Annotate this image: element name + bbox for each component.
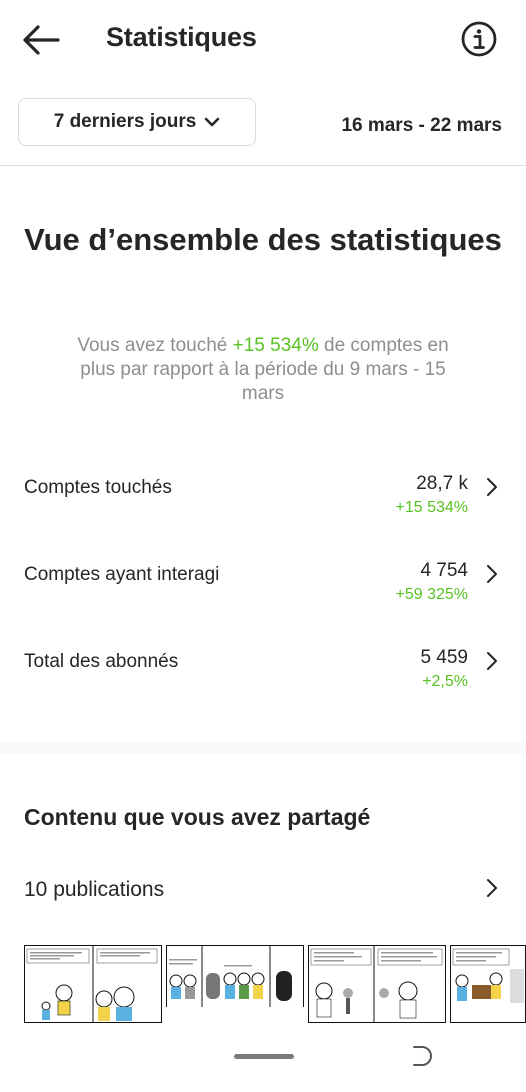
overview-title: Vue d’ensemble des statistiques — [24, 222, 502, 257]
publications-label: 10 publications — [24, 878, 165, 901]
period-dropdown[interactable]: 7 derniers jours — [18, 98, 256, 146]
divider — [0, 165, 526, 166]
stat-row-accounts-engaged[interactable]: Comptes ayant interagi 4 754 +59 325% — [0, 560, 526, 624]
period-label: 7 derniers jours — [53, 111, 197, 132]
content-section-title: Contenu que vous avez partagé — [24, 804, 371, 830]
publication-thumbnail[interactable] — [308, 945, 446, 1023]
stat-delta: +59 325% — [395, 586, 468, 603]
stat-label: Comptes ayant interagi — [24, 564, 220, 585]
stat-label: Comptes touchés — [24, 477, 172, 498]
section-separator — [0, 742, 526, 754]
publication-thumbnail[interactable] — [166, 945, 304, 1023]
system-back-icon[interactable] — [408, 1045, 432, 1067]
stat-row-total-followers[interactable]: Total des abonnés 5 459 +2,5% — [0, 647, 526, 711]
stat-value: 4 754 — [420, 560, 468, 581]
stat-delta: +15 534% — [395, 499, 468, 516]
publication-thumbnail[interactable] — [24, 945, 162, 1023]
top-bar: Statistiques — [0, 0, 526, 80]
chevron-right-icon — [487, 652, 497, 670]
stat-value: 5 459 — [420, 647, 468, 668]
publication-thumbnail[interactable] — [450, 945, 526, 1023]
info-icon[interactable] — [461, 21, 497, 57]
stat-row-accounts-reached[interactable]: Comptes touchés 28,7 k +15 534% — [0, 473, 526, 537]
publications-carousel — [24, 945, 526, 1023]
back-arrow-icon[interactable] — [22, 24, 60, 56]
chevron-right-icon — [487, 879, 497, 897]
overview-description: Vous avez touché +15 534% de comptes en … — [60, 334, 466, 406]
chevron-down-icon — [204, 117, 220, 127]
overview-desc-highlight: +15 534% — [232, 335, 319, 356]
page-title: Statistiques — [106, 22, 257, 52]
publications-row[interactable]: 10 publications — [0, 878, 526, 908]
home-gesture-bar[interactable] — [234, 1054, 294, 1059]
chevron-right-icon — [487, 478, 497, 496]
stat-label: Total des abonnés — [24, 651, 179, 672]
chevron-right-icon — [487, 565, 497, 583]
date-range: 16 mars - 22 mars — [341, 115, 502, 136]
overview-desc-prefix: Vous avez touché — [77, 335, 233, 356]
stat-delta: +2,5% — [422, 673, 468, 690]
stat-value: 28,7 k — [416, 473, 468, 494]
